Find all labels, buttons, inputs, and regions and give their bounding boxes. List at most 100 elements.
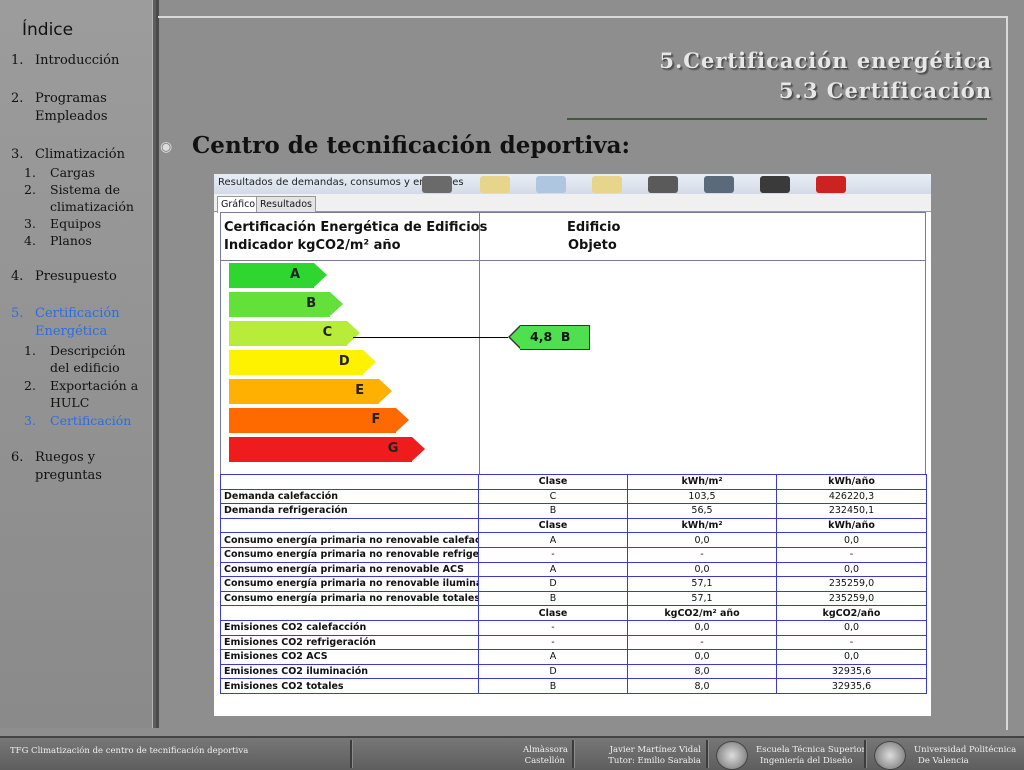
energy-bar-arrow bbox=[330, 292, 344, 316]
table-cell: B bbox=[478, 503, 628, 519]
energy-bar-body bbox=[229, 437, 412, 462]
print-icon[interactable] bbox=[648, 176, 678, 193]
sidebar-item-label: Certificación Energética bbox=[35, 306, 120, 339]
indicator-number: 4,8 bbox=[530, 329, 553, 344]
table-cell: 0,0 bbox=[627, 532, 777, 548]
table-row-label: Emisiones CO2 calefacción bbox=[220, 619, 479, 636]
sidebar-subitem-number: 1. bbox=[24, 165, 36, 180]
toolbar-icon[interactable] bbox=[592, 176, 622, 193]
toolbar-icon[interactable] bbox=[480, 176, 510, 193]
table-header-cell: Clase bbox=[478, 474, 628, 490]
table-header-row: Clase kgCO2/m² año kgCO2/año bbox=[220, 605, 927, 621]
toolbar-icon[interactable] bbox=[536, 176, 566, 193]
energy-bar-label: D bbox=[338, 354, 350, 369]
tab-resultados[interactable]: Resultados bbox=[256, 196, 316, 212]
table-header-cell: kWh/año bbox=[776, 474, 927, 490]
table-cell: 8,0 bbox=[627, 663, 777, 680]
table-row-label: Emisiones CO2 ACS bbox=[220, 649, 479, 665]
sidebar-subitem-label: Certificación bbox=[50, 413, 132, 428]
footer-separator bbox=[572, 740, 575, 768]
table-cell: A bbox=[478, 532, 628, 548]
indicator-title: Indicador kgCO2/m² año bbox=[224, 238, 401, 253]
table-cell: C bbox=[478, 488, 628, 505]
edificio-label: Edificio bbox=[567, 220, 621, 235]
table-cell: 0,0 bbox=[776, 619, 927, 636]
sidebar-item-label: Introducción bbox=[35, 53, 120, 68]
table-cell: 32935,6 bbox=[776, 678, 927, 694]
settings-icon[interactable] bbox=[760, 176, 790, 193]
energy-bar-label: F bbox=[371, 412, 381, 427]
panel-divider bbox=[479, 213, 480, 475]
table-row-label: Demanda refrigeración bbox=[220, 503, 479, 519]
table-row: Emisiones CO2 iluminación D 8,0 32935,6 bbox=[220, 663, 927, 680]
table-cell: 0,0 bbox=[776, 561, 927, 578]
table-cell: D bbox=[478, 576, 628, 592]
sidebar-item-number: 3. bbox=[11, 147, 24, 162]
search-icon[interactable] bbox=[704, 176, 734, 193]
table-header-row: Clase kWh/m² kWh/año bbox=[220, 474, 927, 490]
table-row: Demanda refrigeración B 56,5 232450,1 bbox=[220, 503, 927, 519]
energy-bar-label: C bbox=[322, 325, 333, 340]
table-cell: 235259,0 bbox=[776, 576, 927, 592]
footer-separator bbox=[864, 740, 867, 768]
sidebar-title: Índice bbox=[22, 20, 74, 40]
sidebar-subitem-number: 2. bbox=[24, 182, 36, 197]
table-cell: 8,0 bbox=[627, 678, 777, 694]
sidebar-subitem-label: Descripción del edificio bbox=[50, 343, 126, 375]
footer: TFG Climatización de centro de tecnifica… bbox=[0, 736, 1024, 770]
table-header-cell: kgCO2/año bbox=[776, 605, 927, 621]
table-row: Consumo energía primaria no renovable AC… bbox=[220, 561, 927, 578]
table-row-label: Consumo energía primaria no renovable il… bbox=[220, 576, 479, 592]
table-cell: 0,0 bbox=[627, 649, 777, 665]
table-header-cell: kWh/m² bbox=[627, 517, 777, 534]
tab-bar: Gráfico Resultados bbox=[214, 194, 931, 213]
panel-header-rule bbox=[221, 260, 925, 261]
energy-bar-label: B bbox=[306, 296, 317, 311]
footer-tutor: Tutor: Emilio Sarabia bbox=[608, 756, 701, 766]
window-titlebar: Resultados de demandas, consumos y emisi… bbox=[214, 174, 931, 195]
footer-project: TFG Climatización de centro de tecnifica… bbox=[10, 746, 249, 756]
table-cell: - bbox=[776, 546, 927, 563]
sidebar-item-label: Ruegos y preguntas bbox=[35, 450, 102, 483]
table-cell: 32935,6 bbox=[776, 663, 927, 680]
table-row-label: Emisiones CO2 refrigeración bbox=[220, 634, 479, 651]
energy-bar-arrow bbox=[314, 263, 327, 287]
sidebar-subitem-number: 1. bbox=[24, 343, 36, 358]
table-cell: 235259,0 bbox=[776, 590, 927, 607]
table-cell: 232450,1 bbox=[776, 503, 927, 519]
close-icon[interactable] bbox=[816, 176, 846, 193]
objeto-label: Objeto bbox=[568, 238, 617, 253]
table-cell: 0,0 bbox=[776, 532, 927, 548]
table-cell: 56,5 bbox=[627, 503, 777, 519]
sidebar-item-label: Presupuesto bbox=[35, 269, 117, 284]
indicator-pointer-line bbox=[353, 337, 508, 338]
footer-school-dept: Ingeniería del Diseño bbox=[760, 756, 853, 766]
table-row: Consumo energía primaria no renovable ca… bbox=[220, 532, 927, 548]
table-header-cell: kWh/m² bbox=[627, 474, 777, 490]
table-cell: A bbox=[478, 561, 628, 578]
footer-location-province: Castellón bbox=[524, 756, 565, 766]
sidebar-subitem-label: Exportación a HULC bbox=[50, 378, 139, 410]
sidebar-index: Índice 1. Introducción 2. Programas Empl… bbox=[0, 0, 156, 728]
toolbar-icon[interactable] bbox=[422, 176, 452, 193]
table-row-label: Emisiones CO2 iluminación bbox=[220, 663, 479, 680]
slide-subtitle: 5.3 Certificación bbox=[778, 78, 992, 103]
energy-bar-arrow bbox=[346, 321, 360, 345]
table-row: Emisiones CO2 refrigeración - - - bbox=[220, 634, 927, 651]
sidebar-subitem-number: 3. bbox=[24, 413, 36, 428]
table-row: Consumo energía primaria no renovable il… bbox=[220, 576, 927, 592]
sidebar-subitem-number: 2. bbox=[24, 378, 36, 393]
footer-university: Universidad Politécnica bbox=[914, 745, 1017, 755]
table-cell: - bbox=[627, 634, 777, 651]
table-cell: 0,0 bbox=[776, 649, 927, 665]
sidebar-subitem-label: Cargas bbox=[50, 165, 95, 180]
certificate-panel: Certificación Energética de Edificios In… bbox=[220, 212, 926, 475]
table-row-label: Emisiones CO2 totales bbox=[220, 678, 479, 694]
energy-bar-label: G bbox=[387, 441, 399, 456]
table-cell: 103,5 bbox=[627, 488, 777, 505]
slide-heading: Centro de tecnificación deportiva: bbox=[192, 132, 631, 159]
sidebar-item-number: 5. bbox=[11, 306, 24, 321]
sidebar-subitem-number: 3. bbox=[24, 216, 36, 231]
energy-bar-body bbox=[229, 263, 314, 288]
tab-grafico[interactable]: Gráfico bbox=[217, 196, 260, 213]
